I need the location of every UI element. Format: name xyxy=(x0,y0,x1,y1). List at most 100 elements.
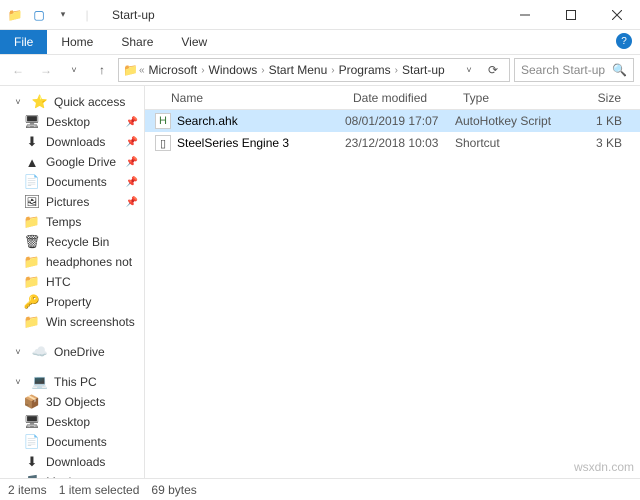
forward-button[interactable]: → xyxy=(34,58,58,82)
file-date: 23/12/2018 10:03 xyxy=(345,136,455,150)
nav-item[interactable]: 🎵 Music xyxy=(6,472,144,478)
nav-icon: 📦 xyxy=(24,394,40,410)
nav-item[interactable]: 📁 headphones not xyxy=(6,252,144,272)
nav-item[interactable]: 📁Temps xyxy=(6,212,144,232)
recent-dropdown[interactable]: ˅ xyxy=(62,58,86,82)
file-row[interactable]: ▯SteelSeries Engine 323/12/2018 10:03Sho… xyxy=(145,132,640,154)
nav-icon: 📄 xyxy=(24,434,40,450)
status-bar: 2 items 1 item selected 69 bytes xyxy=(0,478,640,500)
file-type: AutoHotkey Script xyxy=(455,114,575,128)
nav-item[interactable]: 🗑Recycle Bin xyxy=(6,232,144,252)
navigation-pane[interactable]: ˅⭐Quick access🖥Desktop📌⬇Downloads📌▲Googl… xyxy=(0,86,145,478)
nav-item[interactable]: ▲ Google Drive 📌 xyxy=(6,152,144,172)
file-size: 3 KB xyxy=(575,136,640,150)
nav-item[interactable]: ˅ ⭐ Quick access xyxy=(6,92,144,112)
nav-icon: 📁 xyxy=(24,254,40,270)
back-button[interactable]: ← xyxy=(6,58,30,82)
dropdown-icon[interactable]: ˅ xyxy=(457,58,481,82)
nav-icon: ⭐ xyxy=(32,94,48,110)
file-tab[interactable]: File xyxy=(0,30,47,54)
nav-icon: 📁 xyxy=(24,214,40,230)
nav-label: Downloads xyxy=(46,455,105,469)
nav-icon: 📄 xyxy=(24,174,40,190)
file-name: SteelSeries Engine 3 xyxy=(177,136,289,150)
nav-label: Downloads xyxy=(46,135,105,149)
nav-item[interactable]: ⬇ Downloads xyxy=(6,452,144,472)
folder-icon: 📁 xyxy=(123,63,138,77)
nav-icon: 🖥 xyxy=(24,114,40,130)
nav-icon: 🖥 xyxy=(24,414,40,430)
nav-label: headphones not xyxy=(46,255,132,269)
nav-item[interactable]: 📁HTC xyxy=(6,272,144,292)
nav-icon: 🔑 xyxy=(24,294,40,310)
pin-icon: 📌 xyxy=(126,197,144,208)
chevron-icon[interactable]: « xyxy=(138,65,146,76)
search-placeholder: Search Start-up xyxy=(521,63,605,77)
nav-icon: ▲ xyxy=(24,154,40,170)
breadcrumb-seg[interactable]: Microsoft xyxy=(146,63,201,77)
col-date[interactable]: Date modified xyxy=(345,91,455,105)
expand-icon[interactable]: ˅ xyxy=(10,94,26,110)
column-headers[interactable]: Name Date modified Type Size xyxy=(145,86,640,110)
nav-icon: ⬇ xyxy=(24,454,40,470)
refresh-icon[interactable]: ⟳ xyxy=(481,58,505,82)
pin-icon: 📌 xyxy=(126,177,144,188)
status-bytes: 69 bytes xyxy=(151,483,196,497)
nav-icon: 🗑 xyxy=(24,234,40,250)
nav-item[interactable]: 🖥Desktop xyxy=(6,412,144,432)
nav-item[interactable]: ˅☁️OneDrive xyxy=(6,342,144,362)
pin-icon: 📌 xyxy=(126,157,144,168)
breadcrumb-seg[interactable]: Windows xyxy=(206,63,261,77)
file-name: Search.ahk xyxy=(177,114,238,128)
watermark: wsxdn.com xyxy=(574,460,634,474)
col-type[interactable]: Type xyxy=(455,91,575,105)
nav-icon: 💻 xyxy=(32,374,48,390)
breadcrumb-seg[interactable]: Programs xyxy=(336,63,394,77)
file-row[interactable]: HSearch.ahk08/01/2019 17:07AutoHotkey Sc… xyxy=(145,110,640,132)
search-input[interactable]: Search Start-up 🔍 xyxy=(514,58,634,82)
status-count: 2 items xyxy=(8,483,47,497)
window-title: Start-up xyxy=(112,8,155,22)
properties-icon[interactable]: ▢ xyxy=(28,4,50,26)
ribbon-tabs: File Home Share View ? xyxy=(0,30,640,54)
nav-icon: 🖼 xyxy=(24,194,40,210)
title-bar: 📁 ▢ ▾ | Start-up xyxy=(0,0,640,30)
help-icon[interactable]: ? xyxy=(616,33,632,49)
nav-item[interactable]: 🔑Property xyxy=(6,292,144,312)
nav-icon: 📁 xyxy=(24,274,40,290)
nav-item[interactable]: 📁Win screenshots xyxy=(6,312,144,332)
nav-item[interactable]: ˅💻This PC xyxy=(6,372,144,392)
nav-item[interactable]: 📄Documents📌 xyxy=(6,172,144,192)
expand-icon[interactable]: ˅ xyxy=(10,344,26,360)
pin-icon: 📌 xyxy=(126,117,144,128)
share-tab[interactable]: Share xyxy=(107,30,167,54)
breadcrumb[interactable]: 📁 « Microsoft › Windows › Start Menu › P… xyxy=(118,58,510,82)
col-size[interactable]: Size xyxy=(575,91,640,105)
nav-item[interactable]: 📄Documents xyxy=(6,432,144,452)
minimize-button[interactable] xyxy=(502,0,548,30)
expand-icon[interactable]: ˅ xyxy=(10,374,26,390)
nav-item[interactable]: 🖼Pictures📌 xyxy=(6,192,144,212)
nav-item[interactable]: ⬇Downloads📌 xyxy=(6,132,144,152)
up-button[interactable]: ↑ xyxy=(90,58,114,82)
file-size: 1 KB xyxy=(575,114,640,128)
nav-icon: 🎵 xyxy=(24,474,40,478)
breadcrumb-seg[interactable]: Start-up xyxy=(399,63,448,77)
nav-label: Music xyxy=(46,475,77,478)
maximize-button[interactable] xyxy=(548,0,594,30)
close-button[interactable] xyxy=(594,0,640,30)
nav-label: Quick access xyxy=(54,95,125,109)
home-tab[interactable]: Home xyxy=(47,30,107,54)
nav-label: Google Drive xyxy=(46,155,116,169)
breadcrumb-seg[interactable]: Start Menu xyxy=(266,63,331,77)
view-tab[interactable]: View xyxy=(167,30,221,54)
search-icon[interactable]: 🔍 xyxy=(612,63,627,77)
nav-item[interactable]: 📦3D Objects xyxy=(6,392,144,412)
col-name[interactable]: Name xyxy=(145,91,345,105)
file-list: HSearch.ahk08/01/2019 17:07AutoHotkey Sc… xyxy=(145,110,640,154)
nav-item[interactable]: 🖥 Desktop 📌 xyxy=(6,112,144,132)
nav-label: Win screenshots xyxy=(46,315,135,329)
nav-label: Desktop xyxy=(46,115,90,129)
qat-dropdown-icon[interactable]: ▾ xyxy=(52,4,74,26)
folder-icon: 📁 xyxy=(4,4,26,26)
